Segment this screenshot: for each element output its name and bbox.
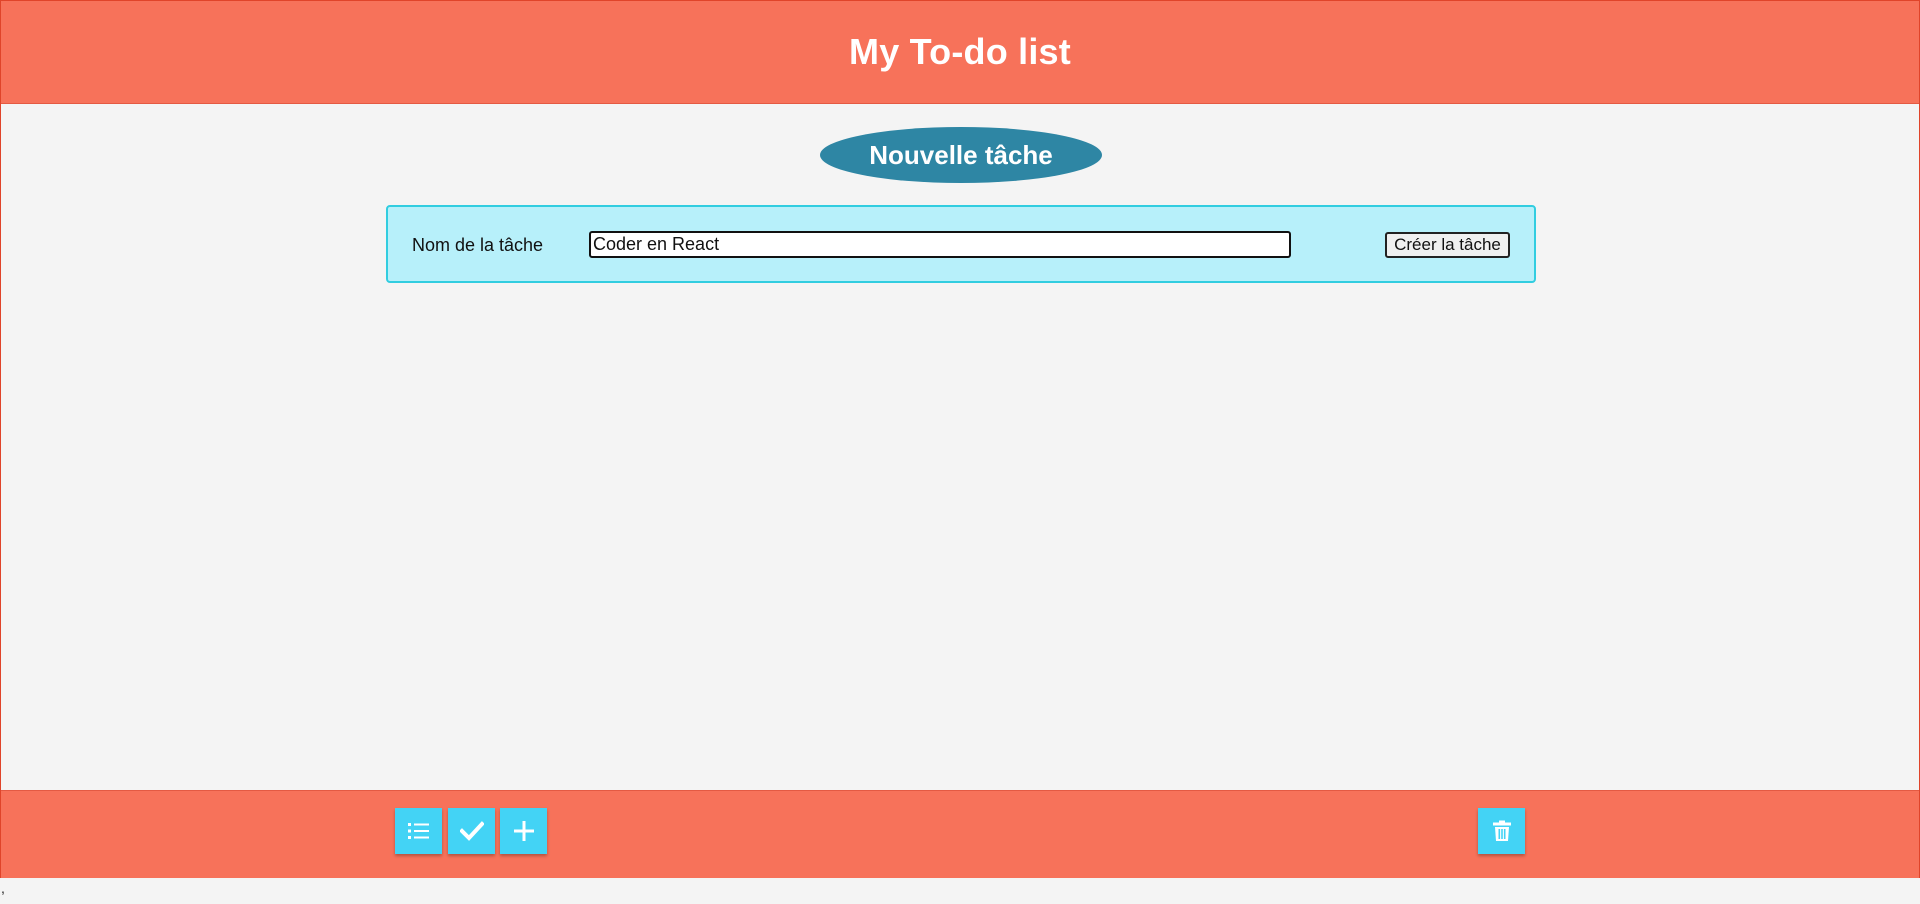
trash-icon [1492, 820, 1511, 841]
footer-toolbar [1, 790, 1919, 878]
list-icon [407, 823, 429, 839]
page-title: My To-do list [849, 31, 1071, 72]
plus-icon [513, 821, 534, 841]
new-task-form: Nom de la tâche Créer la tâche [386, 205, 1536, 283]
stray-text: , [1, 880, 5, 896]
header-bar: My To-do list [1, 1, 1919, 104]
task-name-input[interactable] [589, 231, 1291, 258]
list-view-button[interactable] [395, 808, 442, 854]
section-heading-pill: Nouvelle tâche [820, 127, 1102, 183]
add-task-button[interactable] [500, 808, 547, 854]
completed-tasks-button[interactable] [448, 808, 495, 854]
task-name-label: Nom de la tâche [412, 235, 544, 255]
section-title: Nouvelle tâche [869, 139, 1053, 170]
create-task-button[interactable]: Créer la tâche [1385, 232, 1510, 258]
check-icon [459, 821, 484, 841]
delete-button[interactable] [1478, 808, 1525, 854]
app-window: My To-do list Nouvelle tâche Nom de la t… [0, 0, 1920, 878]
